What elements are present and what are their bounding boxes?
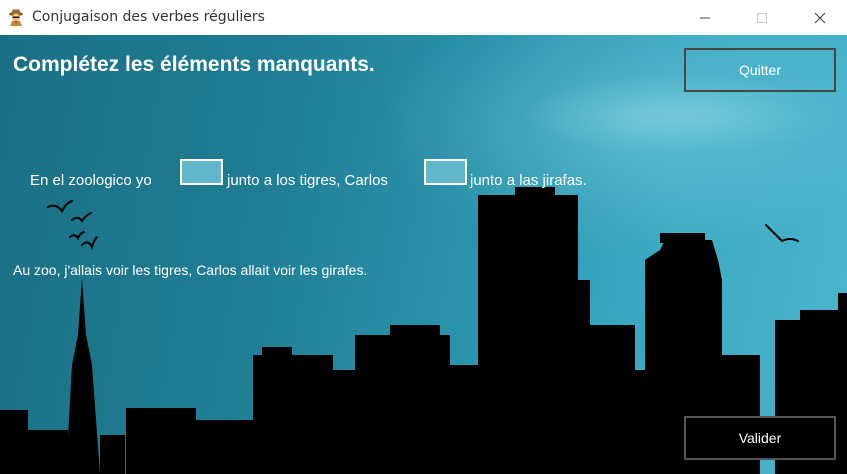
validate-button[interactable]: Valider: [684, 416, 836, 460]
quit-button[interactable]: Quitter: [684, 48, 836, 92]
spy-character-icon: [9, 9, 23, 26]
city-skyline-image: [0, 187, 847, 474]
maximize-button[interactable]: [739, 0, 785, 35]
verb-blank-input-2[interactable]: [424, 159, 467, 185]
window-title: Conjugaison des verbes réguliers: [32, 9, 265, 25]
close-button[interactable]: [797, 0, 843, 35]
close-icon: [814, 12, 826, 23]
sentence-part-1: En el zoologico yo: [30, 172, 152, 189]
minimize-icon: [700, 17, 710, 18]
verb-blank-input-1[interactable]: [180, 159, 223, 185]
page-title: Complétez les éléments manquants.: [13, 53, 375, 76]
maximize-icon: [757, 12, 767, 23]
sentence-part-2: junto a los tigres, Carlos: [227, 172, 388, 189]
minimize-button[interactable]: [682, 0, 728, 35]
exercise-panel: Complétez les éléments manquants. Quitte…: [0, 35, 847, 474]
sentence-part-3: junto a las jirafas.: [470, 172, 587, 189]
translation-text: Au zoo, j'allais voir les tigres, Carlos…: [13, 262, 368, 278]
title-bar: Conjugaison des verbes réguliers: [0, 0, 847, 35]
